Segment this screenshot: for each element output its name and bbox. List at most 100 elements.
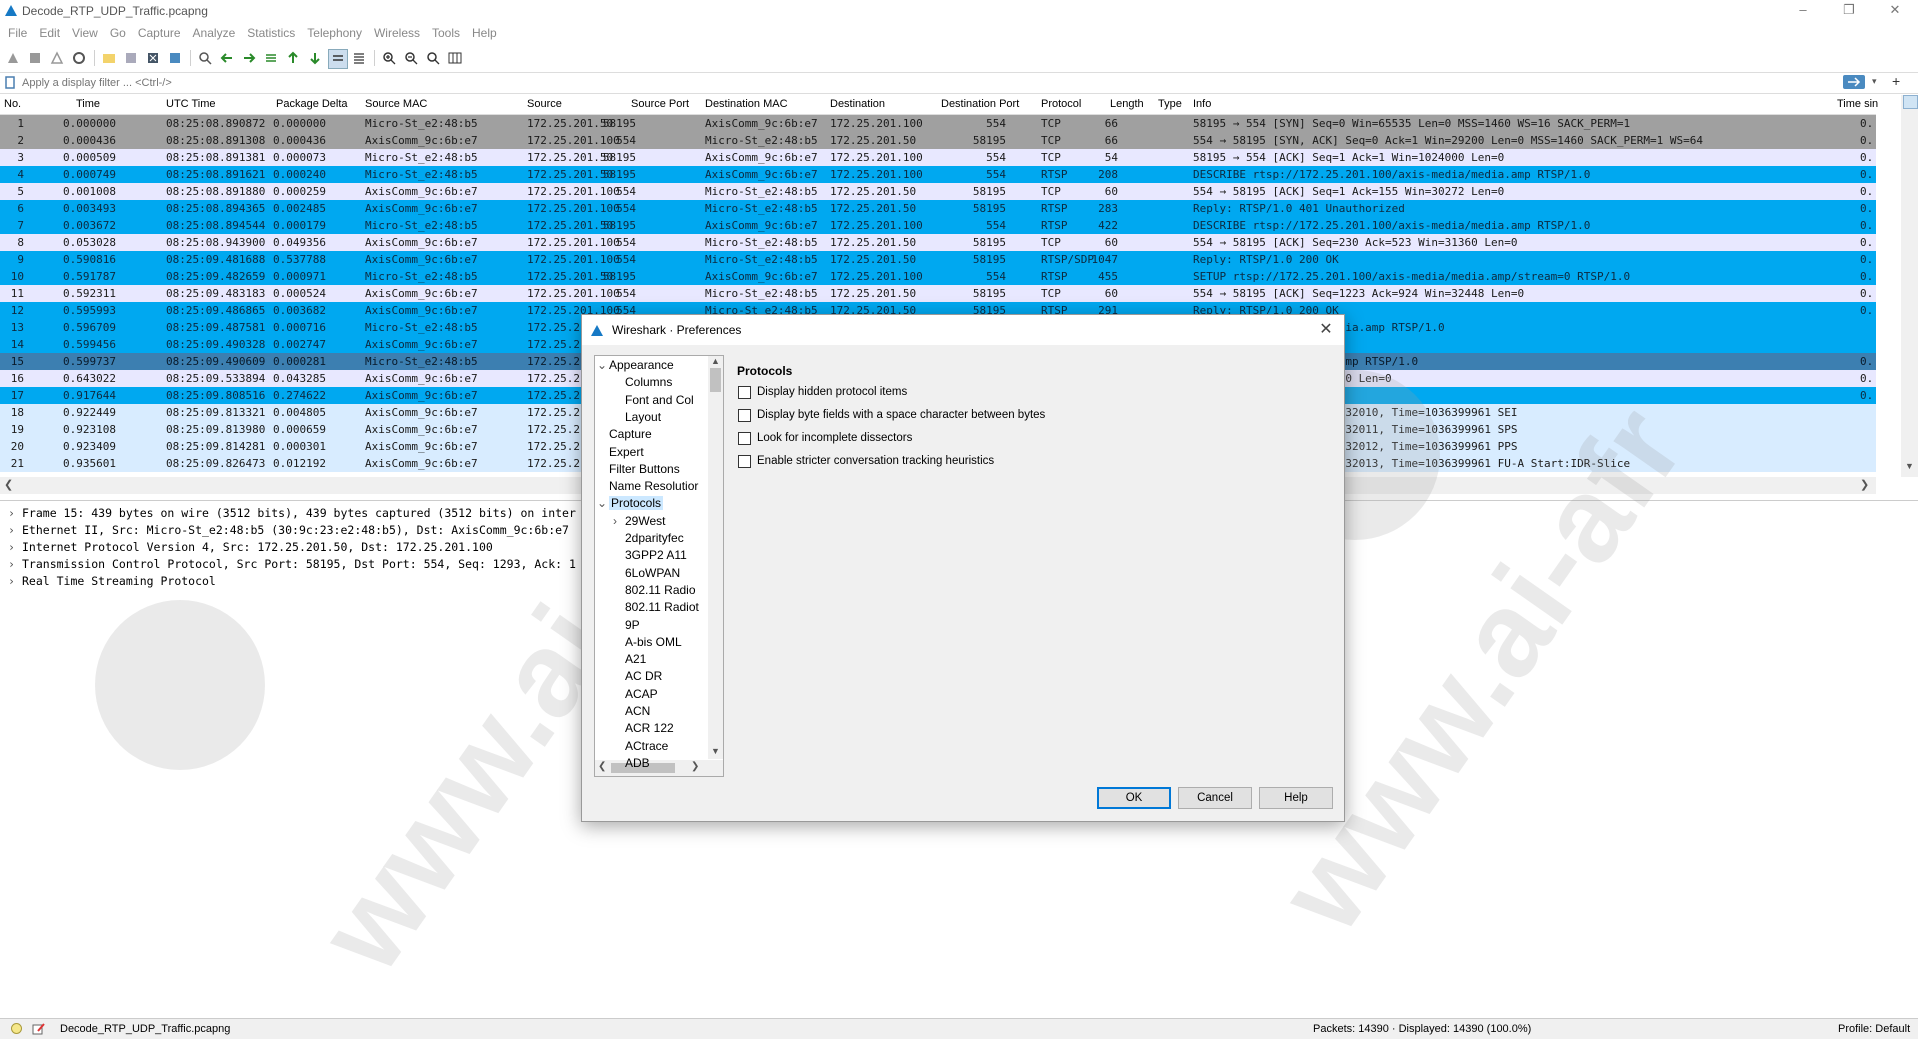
detail-tree-item[interactable]: › Ethernet II, Src: Micro-St_e2:48:b5 (30… xyxy=(8,522,569,539)
close-window-button[interactable]: ✕ xyxy=(1872,0,1918,22)
menu-item[interactable]: Help xyxy=(466,24,503,42)
go-to-packet-icon[interactable] xyxy=(262,49,280,67)
col-header[interactable]: Time xyxy=(76,98,100,110)
tree-item[interactable]: A-bis OML xyxy=(625,635,682,649)
reload-file-icon[interactable] xyxy=(166,49,184,67)
menu-item[interactable]: Capture xyxy=(132,24,187,42)
add-filter-button-icon[interactable]: + xyxy=(1892,73,1900,89)
detail-tree-item[interactable]: › Real Time Streaming Protocol xyxy=(8,573,216,590)
col-header[interactable]: Time sin xyxy=(1837,98,1878,110)
tree-item[interactable]: 802.11 Radio xyxy=(625,583,696,597)
scroll-right-icon[interactable]: ❯ xyxy=(1860,478,1869,491)
packet-row[interactable]: 8 0.053028 08:25:08.943900 0.049356 AxisComm… xyxy=(0,234,1876,251)
tree-item[interactable]: AC DR xyxy=(625,669,662,683)
ok-button[interactable]: OK xyxy=(1097,787,1171,809)
expand-arrow-icon[interactable]: › xyxy=(8,522,22,539)
packet-row[interactable]: 7 0.003672 08:25:08.894544 0.000179 Micro-St… xyxy=(0,217,1876,234)
apply-filter-arrow-icon[interactable] xyxy=(1843,75,1865,89)
first-packet-icon[interactable] xyxy=(284,49,302,67)
menu-item[interactable]: Tools xyxy=(426,24,466,42)
status-profile[interactable]: Profile: Default xyxy=(1838,1023,1910,1035)
tree-item[interactable]: Font and Col xyxy=(625,393,694,407)
tree-item[interactable]: 3GPP2 A11 xyxy=(625,548,687,562)
restart-capture-icon[interactable] xyxy=(48,49,66,67)
stop-capture-icon[interactable] xyxy=(26,49,44,67)
expand-arrow-icon[interactable]: › xyxy=(8,539,22,556)
tree-item[interactable]: A21 xyxy=(625,652,646,666)
expand-arrow-icon[interactable]: › xyxy=(8,573,22,590)
find-packet-icon[interactable] xyxy=(196,49,214,67)
maximize-button[interactable]: ❐ xyxy=(1826,0,1872,22)
detail-tree-item[interactable]: › Transmission Control Protocol, Src Port… xyxy=(8,556,576,573)
col-header[interactable]: Type xyxy=(1158,98,1182,110)
tree-item[interactable]: › 29West xyxy=(613,514,665,528)
detail-tree-item[interactable]: › Internet Protocol Version 4, Src: 172.2… xyxy=(8,539,493,556)
tree-item[interactable]: ACAP xyxy=(625,687,658,701)
col-header[interactable]: Source MAC xyxy=(365,98,427,110)
menu-item[interactable]: Telephony xyxy=(301,24,368,42)
col-header[interactable]: Source Port xyxy=(631,98,689,110)
menu-item[interactable]: Statistics xyxy=(241,24,301,42)
col-header[interactable]: Destination Port xyxy=(941,98,1019,110)
tree-item[interactable]: 9P xyxy=(625,618,640,632)
expand-arrow-icon[interactable]: › xyxy=(8,556,22,573)
bookmark-icon[interactable] xyxy=(5,76,15,89)
cancel-button[interactable]: Cancel xyxy=(1178,787,1252,809)
option-incomplete-dissectors[interactable]: Look for incomplete dissectors xyxy=(738,430,912,446)
option-byte-fields-spaces[interactable]: Display byte fields with a space charact… xyxy=(738,407,1045,423)
menu-item[interactable]: File xyxy=(2,24,33,42)
chevron-down-icon[interactable]: ⌄ xyxy=(597,358,607,372)
col-header[interactable]: Destination MAC xyxy=(705,98,788,110)
capture-options-icon[interactable] xyxy=(70,49,88,67)
tree-item[interactable]: ACN xyxy=(625,704,650,718)
scroll-left-icon[interactable]: ❮ xyxy=(4,478,13,491)
col-header[interactable]: Source xyxy=(527,98,562,110)
menu-item[interactable]: Analyze xyxy=(187,24,242,42)
filter-history-chevron-icon[interactable]: ▾ xyxy=(1872,76,1877,87)
tree-item[interactable]: Capture xyxy=(609,427,652,441)
open-file-icon[interactable] xyxy=(100,49,118,67)
tree-item[interactable]: ⌄ Appearance xyxy=(597,358,674,372)
dialog-close-button[interactable]: ✕ xyxy=(1314,319,1338,341)
packet-row[interactable]: 2 0.000436 08:25:08.891308 0.000436 AxisComm… xyxy=(0,132,1876,149)
checkbox[interactable] xyxy=(738,385,751,399)
col-header[interactable]: Info xyxy=(1193,98,1211,110)
packet-row[interactable]: 11 0.592311 08:25:09.483183 0.000524 AxisCom… xyxy=(0,285,1876,302)
tree-item[interactable]: Expert xyxy=(609,445,644,459)
packet-row[interactable]: 3 0.000509 08:25:08.891381 0.000073 Micro-St… xyxy=(0,149,1876,166)
packet-row[interactable]: 4 0.000749 08:25:08.891621 0.000240 Micro-St… xyxy=(0,166,1876,183)
tree-item[interactable]: ADB xyxy=(625,756,650,770)
tree-item[interactable]: Layout xyxy=(625,410,661,424)
start-capture-icon[interactable] xyxy=(4,49,22,67)
tree-horizontal-scrollbar[interactable]: ❮ ❯ xyxy=(595,760,723,776)
col-header[interactable]: Destination xyxy=(830,98,885,110)
col-header[interactable]: Package Delta xyxy=(276,98,348,110)
tree-item[interactable]: Columns xyxy=(625,375,672,389)
tree-vertical-scrollbar[interactable]: ▲ ▼ xyxy=(708,356,723,759)
tree-item[interactable]: 6LoWPAN xyxy=(625,566,680,580)
close-file-icon[interactable] xyxy=(144,49,162,67)
resize-columns-icon[interactable] xyxy=(446,49,464,67)
tree-item[interactable]: ACtrace xyxy=(625,739,668,753)
scroll-down-icon[interactable]: ▼ xyxy=(1905,461,1914,471)
capture-comment-icon[interactable] xyxy=(32,1022,45,1035)
display-filter-input[interactable] xyxy=(18,75,1846,90)
option-display-hidden-items[interactable]: Display hidden protocol items xyxy=(738,384,907,400)
menu-item[interactable]: Wireless xyxy=(368,24,426,42)
save-file-icon[interactable] xyxy=(122,49,140,67)
col-header[interactable]: Length xyxy=(1110,98,1144,110)
menu-item[interactable]: View xyxy=(66,24,104,42)
packet-row[interactable]: 1 0.000000 08:25:08.890872 0.000000 Micro-St… xyxy=(0,115,1876,132)
detail-tree-item[interactable]: › Frame 15: 439 bytes on wire (3512 bits)… xyxy=(8,505,576,522)
go-forward-icon[interactable] xyxy=(240,49,258,67)
chevron-down-icon[interactable]: ⌄ xyxy=(597,496,607,510)
packet-row[interactable]: 6 0.003493 08:25:08.894365 0.002485 AxisComm… xyxy=(0,200,1876,217)
minimize-button[interactable]: – xyxy=(1780,0,1826,22)
packet-row[interactable]: 9 0.590816 08:25:09.481688 0.537788 AxisComm… xyxy=(0,251,1876,268)
checkbox[interactable] xyxy=(738,408,751,422)
tree-item[interactable]: Name Resolutior xyxy=(609,479,698,493)
col-header[interactable]: No. xyxy=(4,98,21,110)
col-header[interactable]: Protocol xyxy=(1041,98,1081,110)
auto-scroll-icon[interactable] xyxy=(328,49,348,69)
tree-item[interactable]: 802.11 Radiot xyxy=(625,600,699,614)
